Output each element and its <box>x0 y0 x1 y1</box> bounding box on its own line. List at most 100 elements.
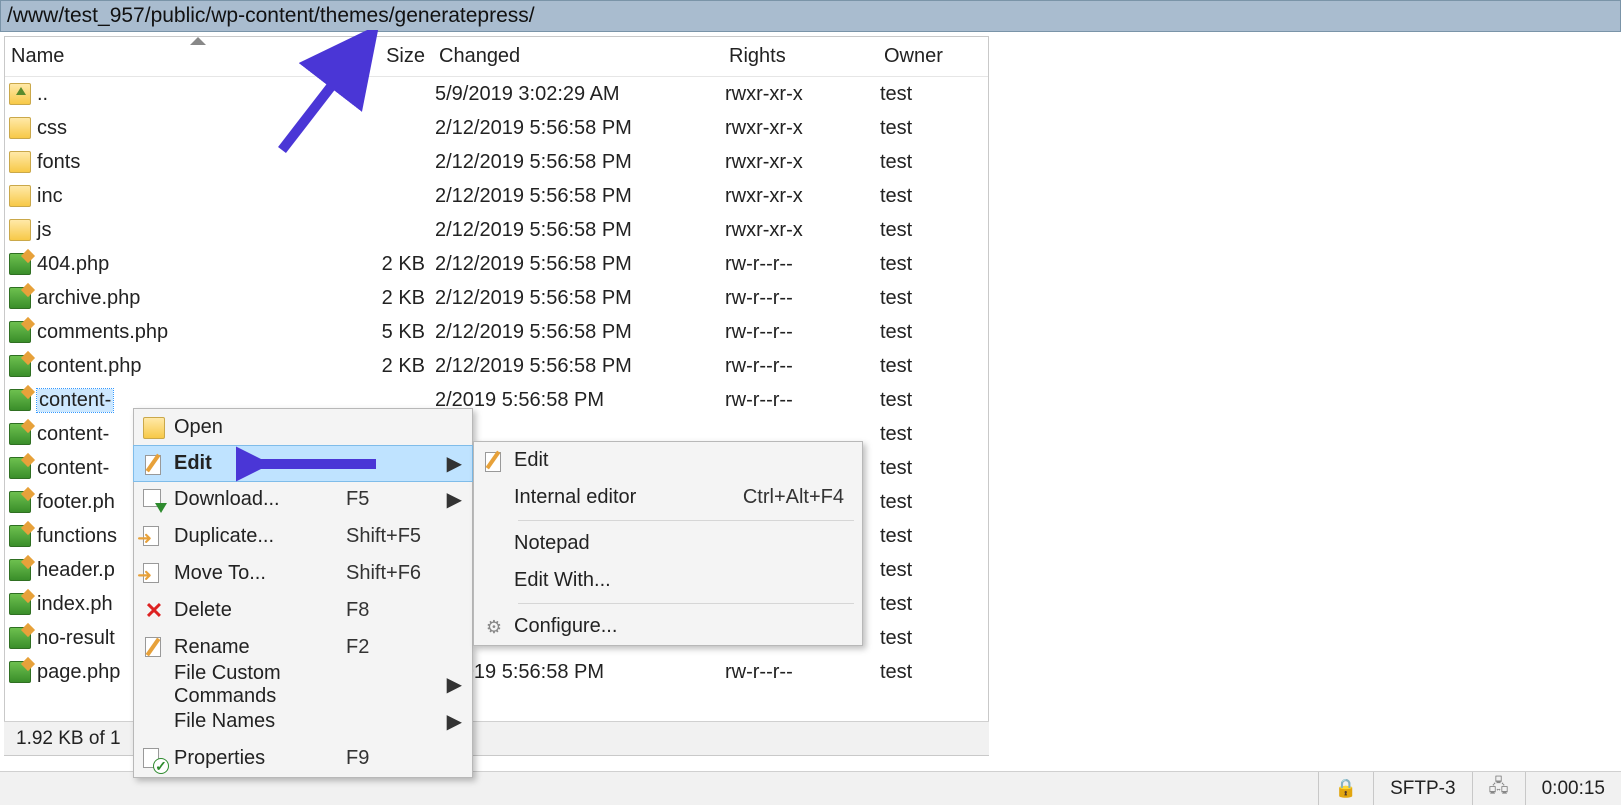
file-rights: rw-r--r-- <box>725 287 880 310</box>
col-changed[interactable]: Changed <box>435 39 725 74</box>
file-row[interactable]: css2/12/2019 5:56:58 PMrwxr-xr-xtest <box>5 111 988 145</box>
menu-moveto[interactable]: Move To... Shift+F6 <box>134 555 472 592</box>
file-changed: 2/12/2019 5:56:58 PM <box>435 117 725 140</box>
file-rights: rwxr-xr-x <box>725 83 880 106</box>
file-name: no-result <box>37 627 115 650</box>
file-rights: rw-r--r-- <box>725 355 880 378</box>
lock-icon: 🔒 <box>1335 778 1357 799</box>
file-changed: 2/2019 5:56:58 PM <box>435 661 725 684</box>
folder-open-icon <box>143 417 165 439</box>
col-size[interactable]: Size <box>375 39 435 74</box>
php-file-icon <box>9 253 31 275</box>
submenu-notepad[interactable]: Notepad <box>474 525 862 562</box>
file-rights: rw-r--r-- <box>725 321 880 344</box>
menu-open[interactable]: Open <box>134 409 472 446</box>
submenu-arrow-icon: ▶ <box>446 709 462 734</box>
file-rights: rw-r--r-- <box>725 253 880 276</box>
file-owner: test <box>880 83 970 106</box>
file-changed: 2/12/2019 5:56:58 PM <box>435 185 725 208</box>
submenu-configure[interactable]: ⚙ Configure... <box>474 608 862 645</box>
context-menu: Open Edit ▶ Download... F5▶ Duplicate...… <box>133 408 473 778</box>
file-row[interactable]: content.php 2 KB2/12/2019 5:56:58 PMrw-r-… <box>5 349 988 383</box>
menu-delete[interactable]: ✕ Delete F8 <box>134 592 472 629</box>
file-size: 5 KB <box>375 321 435 344</box>
path-bar[interactable]: /www/test_957/public/wp-content/themes/g… <box>0 0 1621 32</box>
menu-properties[interactable]: Properties F9 <box>134 740 472 777</box>
file-size: 2 KB <box>375 287 435 310</box>
php-file-icon <box>9 491 31 513</box>
file-rights: rw-r--r-- <box>725 389 880 412</box>
menu-separator <box>518 603 854 604</box>
file-row[interactable]: fonts2/12/2019 5:56:58 PMrwxr-xr-xtest <box>5 145 988 179</box>
file-row[interactable]: 404.php2 KB2/12/2019 5:56:58 PMrw-r--r--… <box>5 247 988 281</box>
menu-duplicate[interactable]: Duplicate... Shift+F5 <box>134 518 472 555</box>
folder-icon <box>9 117 31 139</box>
network-icon: 🖧 <box>1489 774 1509 804</box>
file-changed: 2/12/2019 5:56:58 PM <box>435 321 725 344</box>
menu-download[interactable]: Download... F5▶ <box>134 481 472 518</box>
file-size: 2 KB <box>375 355 435 378</box>
delete-icon: ✕ <box>143 600 165 622</box>
file-name: index.ph <box>37 593 113 616</box>
column-headers[interactable]: Name Size Changed Rights Owner <box>5 37 988 77</box>
submenu-arrow-icon: ▶ <box>446 451 462 476</box>
edit-submenu: Edit Internal editor Ctrl+Alt+F4 Notepad… <box>473 441 863 646</box>
file-changed: 2/12/2019 5:56:58 PM <box>435 355 725 378</box>
file-name: content.php <box>37 355 142 378</box>
file-owner: test <box>880 253 970 276</box>
menu-file-custom-commands[interactable]: File Custom Commands ▶ <box>134 666 472 703</box>
move-icon <box>143 563 165 585</box>
file-owner: test <box>880 559 970 582</box>
submenu-edit-with[interactable]: Edit With... <box>474 562 862 599</box>
file-owner: test <box>880 627 970 650</box>
php-file-icon <box>9 661 31 683</box>
file-changed: 2/2019 5:56:58 PM <box>435 389 725 412</box>
folder-icon <box>9 151 31 173</box>
folder-icon <box>9 185 31 207</box>
file-name: fonts <box>37 151 80 174</box>
path-text: /www/test_957/public/wp-content/themes/g… <box>7 4 535 27</box>
folder-icon <box>9 219 31 241</box>
file-owner: test <box>880 525 970 548</box>
submenu-internal-editor[interactable]: Internal editor Ctrl+Alt+F4 <box>474 479 862 516</box>
sort-indicator-icon <box>190 37 206 45</box>
menu-file-names[interactable]: File Names ▶ <box>134 703 472 740</box>
file-name: page.php <box>37 661 120 684</box>
file-owner: test <box>880 287 970 310</box>
file-row[interactable]: js2/12/2019 5:56:58 PMrwxr-xr-xtest <box>5 213 988 247</box>
file-name: footer.ph <box>37 491 115 514</box>
properties-icon <box>143 748 165 770</box>
file-changed: 2/12/2019 5:56:58 PM <box>435 151 725 174</box>
menu-edit[interactable]: Edit ▶ <box>133 445 473 482</box>
file-name: content- <box>37 457 109 480</box>
file-name: js <box>37 219 51 242</box>
file-row[interactable]: comments.php5 KB2/12/2019 5:56:58 PMrw-r… <box>5 315 988 349</box>
col-owner[interactable]: Owner <box>880 39 970 74</box>
download-icon <box>143 489 165 511</box>
php-file-icon <box>9 525 31 547</box>
file-changed: 5/9/2019 3:02:29 AM <box>435 83 725 106</box>
menu-separator <box>518 520 854 521</box>
file-changed: 2/12/2019 5:56:58 PM <box>435 253 725 276</box>
php-file-icon <box>9 389 31 411</box>
file-owner: test <box>880 491 970 514</box>
php-file-icon <box>9 627 31 649</box>
file-name: 404.php <box>37 253 109 276</box>
php-file-icon <box>9 457 31 479</box>
col-name[interactable]: Name <box>5 39 375 74</box>
file-name: functions <box>37 525 117 548</box>
file-row[interactable]: ..5/9/2019 3:02:29 AMrwxr-xr-xtest <box>5 77 988 111</box>
col-rights[interactable]: Rights <box>725 39 880 74</box>
php-file-icon <box>9 423 31 445</box>
menu-rename[interactable]: Rename F2 <box>134 629 472 666</box>
file-owner: test <box>880 389 970 412</box>
file-row[interactable]: inc2/12/2019 5:56:58 PMrwxr-xr-xtest <box>5 179 988 213</box>
file-row[interactable]: archive.php2 KB2/12/2019 5:56:58 PMrw-r-… <box>5 281 988 315</box>
file-changed: 2/12/2019 5:56:58 PM <box>435 219 725 242</box>
php-file-icon <box>9 355 31 377</box>
duplicate-icon <box>143 526 165 548</box>
submenu-edit[interactable]: Edit <box>474 442 862 479</box>
file-owner: test <box>880 321 970 344</box>
php-file-icon <box>9 559 31 581</box>
file-name: css <box>37 117 67 140</box>
